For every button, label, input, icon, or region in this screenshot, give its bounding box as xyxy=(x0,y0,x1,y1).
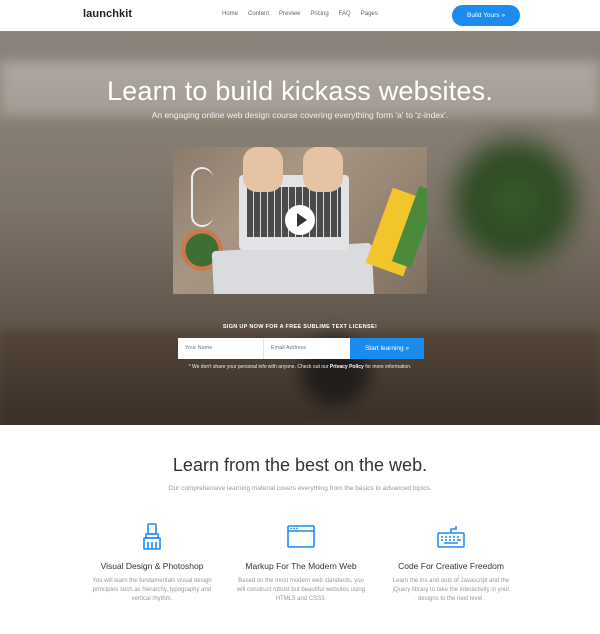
browser-window-icon xyxy=(287,525,315,548)
features-title: Learn from the best on the web. xyxy=(172,455,428,475)
name-field[interactable] xyxy=(178,338,264,359)
feature-description: You will learn the fundamentals visual d… xyxy=(92,578,212,602)
privacy-policy-link[interactable]: Privacy Policy xyxy=(330,364,364,370)
left-hand-image xyxy=(243,147,283,192)
menu-item-faq[interactable]: FAQ xyxy=(339,11,351,17)
feature-visual-design: Visual Design & Photoshop You will learn… xyxy=(77,522,227,604)
feature-title: Markup For The Modern Web xyxy=(245,561,357,571)
top-nav: launchkit Home Content Preview Pricing F… xyxy=(0,0,600,31)
laptop-base-image xyxy=(211,242,375,294)
hero-subtitle: An engaging online web design course cov… xyxy=(151,110,449,120)
disclaimer-text-pre: * We don't share your personal info with… xyxy=(188,364,330,370)
feature-markup: Markup For The Modern Web Based on the m… xyxy=(226,522,376,604)
main-menu: Home Content Preview Pricing FAQ Pages xyxy=(222,11,388,17)
brush-icon xyxy=(143,523,161,550)
email-field[interactable] xyxy=(264,338,350,359)
feature-title: Visual Design & Photoshop xyxy=(100,561,204,571)
hero-section: Learn to build kickass websites. An enga… xyxy=(0,31,600,425)
hero-title: Learn to build kickass websites. xyxy=(106,76,494,106)
right-hand-image xyxy=(303,147,343,192)
logo[interactable]: launchkit xyxy=(83,8,132,20)
privacy-disclaimer: * We don't share your personal info with… xyxy=(0,364,600,370)
menu-item-pricing[interactable]: Pricing xyxy=(310,11,328,17)
earbuds-image xyxy=(191,167,213,227)
feature-title: Code For Creative Freedom xyxy=(398,561,504,571)
build-yours-button[interactable]: Build Yours » xyxy=(452,5,520,26)
play-icon[interactable] xyxy=(285,205,315,235)
signup-form: Start learning » xyxy=(178,338,424,359)
menu-item-home[interactable]: Home xyxy=(222,11,238,17)
menu-item-content[interactable]: Content xyxy=(248,11,269,17)
feature-code: Code For Creative Freedom Learn the ins … xyxy=(376,522,526,604)
disclaimer-text-post: for more information. xyxy=(363,364,412,370)
keyboard-icon xyxy=(437,526,465,548)
signup-label: SIGN UP NOW FOR A FREE SUBLIME TEXT LICE… xyxy=(222,324,378,330)
feature-description: Based on the most modern web standards, … xyxy=(236,578,366,602)
feature-description: Learn the ins and outs of Javascript and… xyxy=(392,578,510,602)
menu-item-pages[interactable]: Pages xyxy=(361,11,378,17)
start-learning-button[interactable]: Start learning » xyxy=(350,338,424,359)
menu-item-preview[interactable]: Preview xyxy=(279,11,300,17)
features-subtitle: Our comprehensive learning material cove… xyxy=(168,485,432,492)
video-thumbnail[interactable] xyxy=(173,147,427,294)
